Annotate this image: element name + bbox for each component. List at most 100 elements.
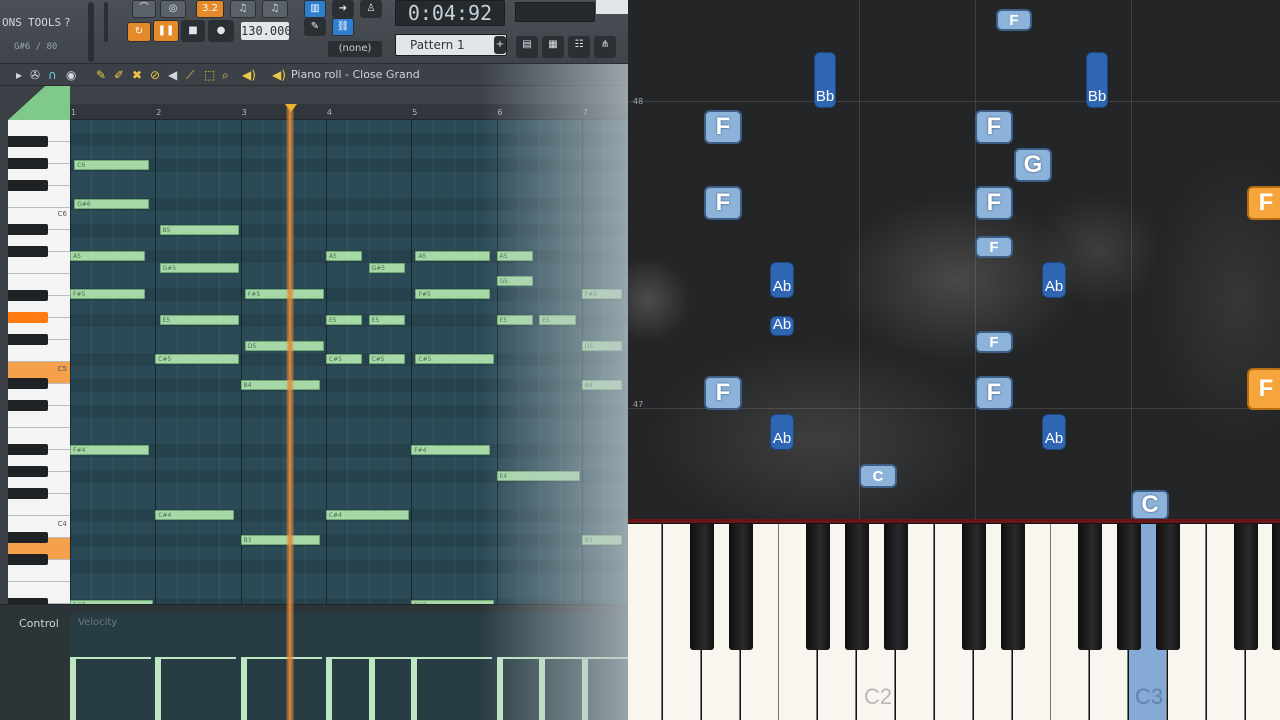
master-pitch-slider[interactable]	[104, 2, 108, 42]
midi-note[interactable]: E5	[496, 315, 533, 326]
pat-mode-icon[interactable]: ♫	[262, 0, 288, 18]
midi-note[interactable]: B4	[240, 380, 320, 390]
piano-key-black[interactable]	[8, 444, 48, 455]
midi-note[interactable]: C#5	[155, 354, 239, 365]
midi-note[interactable]: G#5	[159, 263, 239, 274]
select-tool-icon[interactable]: ⬚	[204, 68, 215, 82]
piano-key-black[interactable]	[8, 334, 48, 345]
midi-note[interactable]: F#5	[415, 289, 491, 300]
speaker-tool-icon[interactable]: ◀	[168, 68, 177, 82]
piano-key-black[interactable]	[8, 554, 48, 565]
midi-note[interactable]: A5	[325, 250, 363, 261]
piano-key-black[interactable]	[8, 466, 48, 477]
play-icon[interactable]: ◉	[66, 68, 76, 82]
piano-key-black[interactable]	[8, 532, 48, 543]
piano-keyboard[interactable]: C6 C5 C4	[8, 120, 70, 604]
note-grid[interactable]: C6 G#6 B5 A5 G#5 A5 G#5 A5 A5 G5 F#5 F#5 F#5 F#5 E5 E5 E…	[70, 120, 628, 604]
pencil-icon[interactable]: ✎	[304, 18, 326, 36]
midi-note[interactable]: A5	[496, 250, 533, 261]
velocity-lane[interactable]	[70, 613, 628, 720]
playlist-icon[interactable]: ▤	[516, 36, 538, 58]
piano-key-black[interactable]	[8, 488, 48, 499]
browser-icon[interactable]: ⋔	[594, 36, 616, 58]
menu-options[interactable]: ONS	[2, 16, 22, 29]
mixer-icon[interactable]: ☷	[568, 36, 590, 58]
midi-note[interactable]: G5	[496, 276, 533, 287]
menu-tools[interactable]: TOOLS	[28, 16, 61, 29]
midi-note[interactable]: F#5	[70, 289, 145, 300]
midi-note[interactable]: B3	[581, 535, 623, 546]
delete-tool-icon[interactable]: ✖	[132, 68, 142, 82]
playhead-marker[interactable]	[285, 104, 297, 112]
record-button[interactable]: ●	[208, 20, 234, 42]
menu-help[interactable]: ?	[64, 16, 71, 29]
master-volume-slider[interactable]	[88, 2, 94, 62]
record-mode-icon[interactable]: ◎	[160, 0, 186, 18]
loop-icon[interactable]: ↻	[127, 22, 151, 42]
midi-note[interactable]: F#5	[581, 289, 623, 300]
snap-selector[interactable]: (none)	[328, 41, 382, 57]
velocity-bar[interactable]	[581, 657, 588, 720]
velocity-bar[interactable]	[325, 657, 332, 720]
piano-key-black[interactable]	[8, 224, 48, 235]
midi-note[interactable]: A5	[70, 250, 145, 261]
midi-note[interactable]: B3	[240, 535, 320, 546]
velocity-bar[interactable]	[240, 657, 247, 720]
pattern-selector[interactable]: Pattern 1	[395, 34, 507, 56]
piano-roll-icon[interactable]: ▥	[304, 0, 326, 18]
midi-note[interactable]: F#5	[244, 289, 324, 300]
piano-key-black[interactable]	[8, 180, 48, 191]
control-label[interactable]: Control	[19, 617, 59, 630]
velocity-bar[interactable]	[368, 657, 375, 720]
wrench-icon[interactable]: ✇	[30, 68, 40, 82]
velocity-bar[interactable]	[70, 657, 76, 720]
zoom-tool-icon[interactable]: ⌕	[222, 68, 229, 83]
midi-note[interactable]: E5	[159, 315, 239, 326]
midi-note[interactable]: A5	[415, 250, 491, 261]
piano-key-black[interactable]	[8, 312, 48, 323]
midi-note[interactable]: E5	[325, 315, 363, 326]
menu-arrow-icon[interactable]: ▸	[16, 68, 22, 82]
piano-key-black[interactable]	[8, 290, 48, 301]
piano-key-black[interactable]	[8, 136, 48, 147]
midi-note[interactable]: D5	[581, 341, 623, 352]
metronome-icon[interactable]: ⌒	[132, 0, 156, 18]
velocity-bar[interactable]	[155, 657, 162, 720]
tempo-display[interactable]: 130.000	[241, 22, 292, 40]
pattern-mode-display[interactable]: 3.2	[196, 0, 224, 18]
piano-key-black[interactable]	[8, 378, 48, 389]
draw-tool-icon[interactable]: ✎	[96, 68, 106, 82]
midi-note[interactable]: F#4	[411, 444, 491, 455]
midi-note[interactable]: G#5	[368, 263, 405, 274]
pause-button[interactable]: ❚❚	[153, 20, 179, 42]
horizontal-scrollbar[interactable]	[70, 86, 628, 104]
piano-key-black[interactable]	[8, 246, 48, 257]
midi-note[interactable]: C#4	[325, 509, 410, 520]
velocity-bar[interactable]	[411, 657, 418, 720]
velocity-bar[interactable]	[496, 657, 503, 720]
midi-note[interactable]: D5	[244, 341, 324, 352]
midi-note[interactable]: F#4	[70, 444, 150, 455]
stop-button[interactable]: ■	[181, 20, 205, 42]
playhead[interactable]	[286, 106, 294, 720]
midi-note[interactable]: B4	[581, 380, 623, 390]
link-icon[interactable]: ⛓	[332, 18, 354, 36]
pattern-add-icon[interactable]: +	[494, 36, 506, 54]
midi-note[interactable]: C#4	[155, 509, 235, 520]
playback-tool-icon[interactable]: ◀)	[242, 68, 256, 82]
velocity-bar[interactable]	[539, 657, 546, 720]
slice-tool-icon[interactable]: ⟋	[186, 68, 194, 83]
midi-note[interactable]: C#5	[325, 354, 363, 365]
midi-note[interactable]: C6	[74, 159, 150, 170]
midi-note[interactable]: C#5	[415, 354, 495, 365]
channel-rack-icon[interactable]: ▦	[542, 36, 564, 58]
magnet-icon[interactable]: ∩	[48, 68, 57, 82]
midi-note[interactable]: E4	[496, 470, 580, 481]
midi-note[interactable]: E5	[368, 315, 405, 326]
paint-tool-icon[interactable]: ✐	[114, 68, 124, 82]
piano-key-black[interactable]	[8, 158, 48, 169]
mute-tool-icon[interactable]: ⊘	[150, 68, 160, 82]
midi-note[interactable]: B5	[159, 224, 239, 235]
midi-note[interactable]: C#5	[368, 354, 405, 365]
song-mode-icon[interactable]: ♫	[230, 0, 256, 18]
